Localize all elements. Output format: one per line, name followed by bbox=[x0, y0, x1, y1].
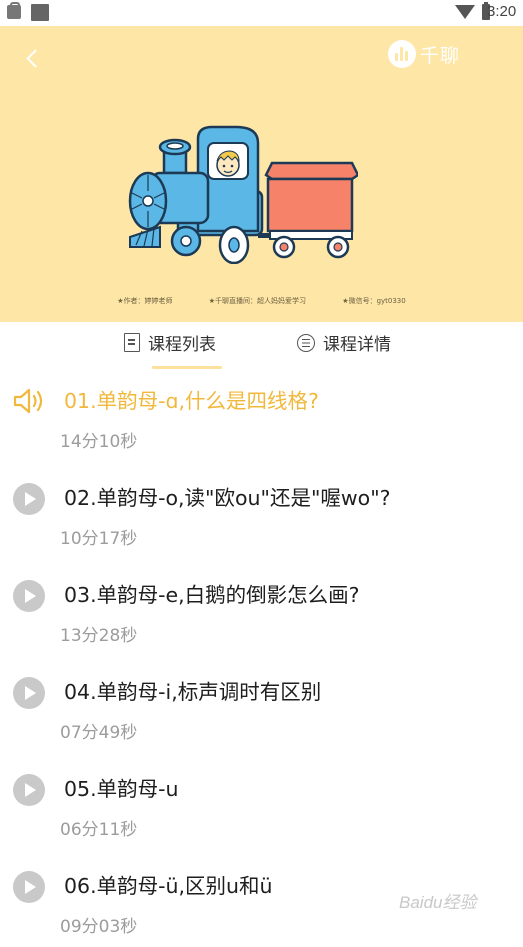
play-icon[interactable] bbox=[12, 869, 46, 903]
shopping-bag-icon bbox=[7, 2, 21, 19]
train-illustration bbox=[128, 125, 358, 264]
course-banner: 千聊 ★作者：婷婷老师 ★千聊直播间：超人妈妈爱学习 ★微信号：gyt0330 bbox=[0, 26, 523, 322]
tab-course-list[interactable]: 课程列表 bbox=[124, 330, 216, 355]
play-icon[interactable] bbox=[12, 675, 46, 709]
tab-label: 课程列表 bbox=[148, 335, 216, 355]
play-icon[interactable] bbox=[12, 481, 46, 515]
tab-indicator bbox=[152, 366, 222, 369]
lesson-item[interactable]: 01.单韵母-ɑ,什么是四线格? 14分10秒 bbox=[0, 372, 523, 469]
list-icon bbox=[297, 333, 315, 352]
back-button[interactable] bbox=[20, 42, 52, 74]
status-time: 3:20 bbox=[487, 3, 517, 20]
lesson-title: 04.单韵母-i,标声调时有区别 bbox=[64, 680, 322, 704]
course-credits: ★作者：婷婷老师 ★千聊直播间：超人妈妈爱学习 ★微信号：gyt0330 bbox=[0, 296, 523, 306]
notification-square-icon bbox=[31, 4, 49, 21]
course-tabs: 课程列表 课程详情 bbox=[0, 322, 523, 370]
brand-logo: 千聊 bbox=[388, 40, 460, 68]
watermark: Baidu经验 bbox=[399, 893, 477, 912]
brand-mark-icon bbox=[388, 40, 416, 68]
lesson-duration: 14分10秒 bbox=[60, 432, 138, 452]
tab-label: 课程详情 bbox=[323, 335, 391, 355]
credit-wechat: ★微信号：gyt0330 bbox=[342, 297, 406, 305]
wifi-icon bbox=[455, 5, 475, 19]
lesson-duration: 07分49秒 bbox=[60, 723, 138, 743]
lesson-title: 03.单韵母-e,白鹅的倒影怎么画? bbox=[64, 583, 360, 607]
lesson-item[interactable]: 04.单韵母-i,标声调时有区别 07分49秒 bbox=[0, 663, 523, 760]
lesson-title: 06.单韵母-ü,区别u和ü bbox=[64, 874, 273, 898]
lesson-list: 01.单韵母-ɑ,什么是四线格? 14分10秒 02.单韵母-o,读"欧ou"还… bbox=[0, 372, 523, 947]
credit-author: ★作者：婷婷老师 bbox=[117, 297, 173, 305]
book-icon bbox=[124, 333, 140, 352]
lesson-item[interactable]: 05.单韵母-u 06分11秒 bbox=[0, 760, 523, 857]
lesson-item[interactable]: 03.单韵母-e,白鹅的倒影怎么画? 13分28秒 bbox=[0, 566, 523, 663]
lesson-duration: 09分03秒 bbox=[60, 917, 138, 937]
tab-course-details[interactable]: 课程详情 bbox=[297, 330, 391, 355]
lesson-duration: 06分11秒 bbox=[60, 820, 138, 840]
lesson-title: 05.单韵母-u bbox=[64, 777, 179, 801]
speaker-icon[interactable] bbox=[12, 384, 46, 418]
credit-live-room: ★千聊直播间：超人妈妈爱学习 bbox=[208, 297, 307, 305]
brand-name: 千聊 bbox=[420, 44, 461, 67]
play-icon[interactable] bbox=[12, 578, 46, 612]
status-bar: 3:20 bbox=[0, 0, 523, 26]
lesson-item[interactable]: 02.单韵母-o,读"欧ou"还是"喔wo"? 10分17秒 bbox=[0, 469, 523, 566]
play-icon[interactable] bbox=[12, 772, 46, 806]
lesson-duration: 13分28秒 bbox=[60, 626, 138, 646]
lesson-title: 02.单韵母-o,读"欧ou"还是"喔wo"? bbox=[64, 486, 391, 510]
lesson-title: 01.单韵母-ɑ,什么是四线格? bbox=[64, 389, 319, 413]
lesson-duration: 10分17秒 bbox=[60, 529, 138, 549]
